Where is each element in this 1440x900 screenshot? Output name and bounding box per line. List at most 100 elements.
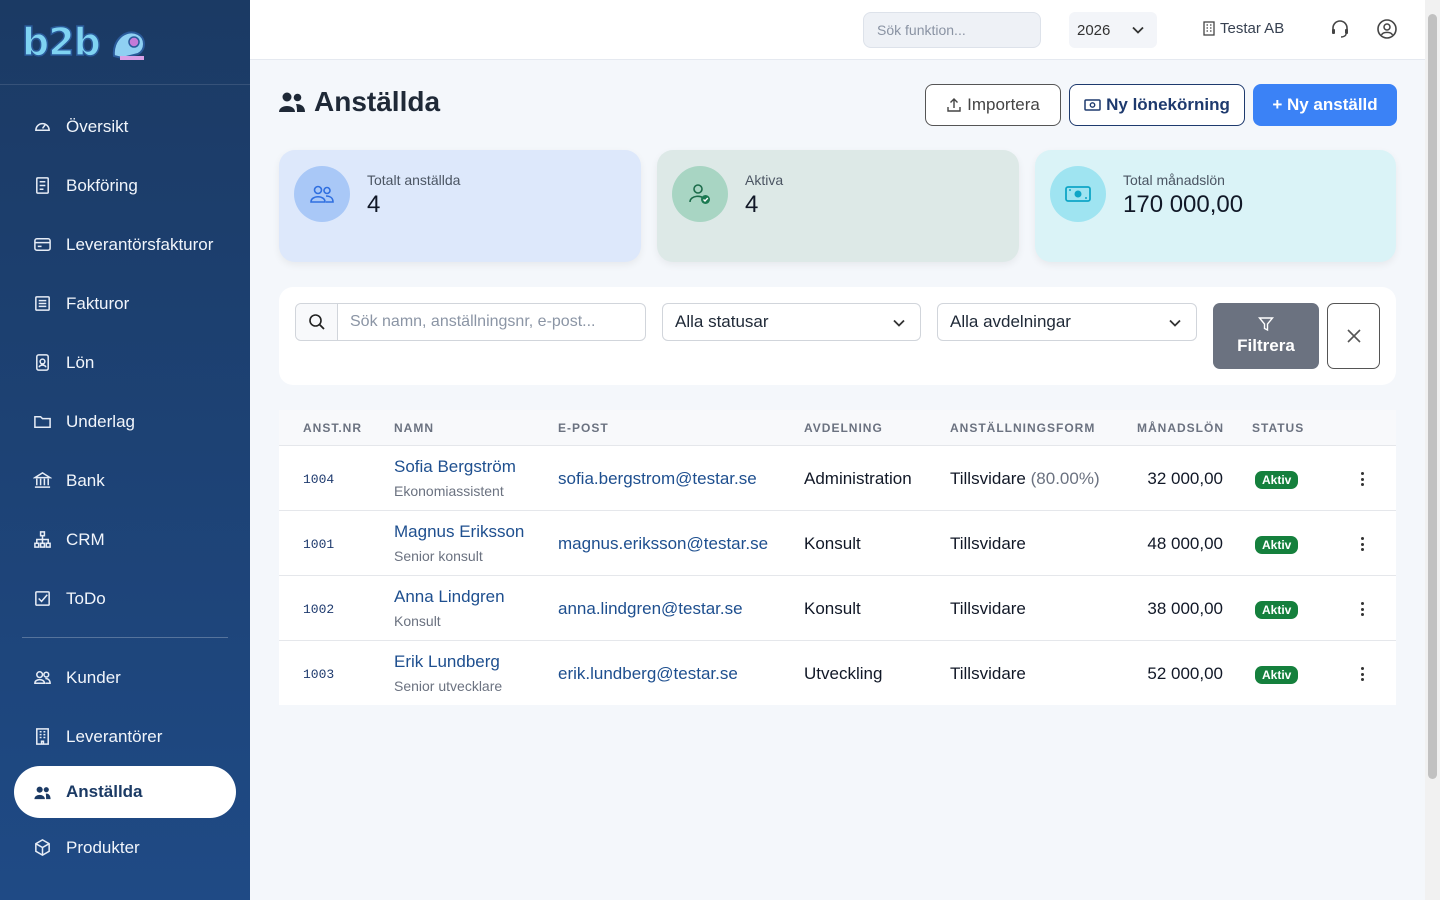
employee-name-link[interactable]: Erik Lundberg (394, 652, 500, 672)
chevron-down-icon (1132, 26, 1144, 34)
people-icon (32, 668, 52, 688)
employee-name-link[interactable]: Anna Lindgren (394, 587, 505, 607)
employee-name-link[interactable]: Sofia Bergström (394, 457, 516, 477)
status-badge: Aktiv (1255, 536, 1299, 554)
employee-title: Senior utvecklare (394, 678, 503, 694)
import-button[interactable]: Importera (925, 84, 1061, 126)
monthly-salary: 38 000,00 (1147, 599, 1223, 618)
column-header-employment-form[interactable]: ANSTÄLLNINGSFORM (950, 421, 1095, 435)
stat-label: Totalt anställda (367, 172, 461, 188)
building-icon (32, 727, 52, 747)
employee-name-link[interactable]: Magnus Eriksson (394, 522, 524, 542)
filter-card: Sök namn, anställningsnr, e-post... Alla… (279, 287, 1396, 385)
badge-icon (32, 353, 52, 373)
folder-icon (32, 412, 52, 432)
sidebar-item-crm[interactable]: CRM (0, 510, 250, 569)
employment-form: Tillsvidare (950, 664, 1026, 683)
search-icon (296, 304, 338, 340)
table-header: ANST.NR NAMN E-POST AVDELNING ANSTÄLLNIN… (279, 410, 1396, 446)
employee-department: Konsult (804, 599, 861, 618)
sidebar-item-fakturor[interactable]: Fakturor (0, 274, 250, 333)
sidebar-item-anstallda[interactable]: Anställda (14, 766, 236, 818)
table-row[interactable]: 1002 Anna Lindgren Konsult anna.lindgren… (279, 576, 1396, 641)
people-fill-icon (279, 92, 305, 112)
sidebar-item-kunder[interactable]: Kunder (0, 648, 250, 707)
journal-icon (32, 176, 52, 196)
status-select[interactable]: Alla statusar (662, 303, 921, 341)
sidebar-item-label: Leverantörer (66, 726, 163, 746)
sidebar-item-oversikt[interactable]: Översikt (0, 97, 250, 156)
employee-email-link[interactable]: magnus.eriksson@testar.se (558, 534, 768, 554)
new-employee-button[interactable]: + Ny anställd (1253, 84, 1397, 126)
year-select[interactable]: 2026 (1069, 12, 1157, 48)
sidebar-item-bank[interactable]: Bank (0, 451, 250, 510)
page-title-text: Anställda (314, 86, 441, 117)
stat-label: Aktiva (745, 172, 784, 188)
topbar: Sök funktion... 2026 Testar AB (250, 0, 1425, 60)
status-badge: Aktiv (1255, 666, 1299, 684)
table-row[interactable]: 1004 Sofia Bergström Ekonomiassistent so… (279, 446, 1396, 511)
sidebar-item-label: Lön (66, 352, 95, 372)
employment-percentage: (80.00%) (1030, 469, 1100, 488)
chameleon-logo-icon (112, 31, 145, 60)
employee-email-link[interactable]: erik.lundberg@testar.se (558, 664, 738, 684)
employee-department: Administration (804, 469, 912, 488)
employee-number: 1002 (303, 602, 335, 617)
sidebar-nav: Översikt Bokföring Leverantörsfakturor F… (0, 85, 250, 877)
sidebar-item-bokforing[interactable]: Bokföring (0, 156, 250, 215)
sidebar-item-label: Översikt (66, 116, 129, 136)
sidebar-item-underlag[interactable]: Underlag (0, 392, 250, 451)
employee-email-link[interactable]: anna.lindgren@testar.se (558, 599, 743, 619)
people-fill-icon (32, 782, 52, 802)
building-icon (1203, 21, 1215, 36)
headset-icon[interactable] (1329, 18, 1351, 40)
employee-email-link[interactable]: sofia.bergstrom@testar.se (558, 469, 757, 489)
employment-form: Tillsvidare (80.00%) (950, 469, 1100, 488)
speedometer-icon (32, 117, 52, 137)
monthly-salary: 32 000,00 (1147, 469, 1223, 488)
company-switcher[interactable]: Testar AB (1203, 20, 1284, 37)
function-search-input[interactable]: Sök funktion... (863, 12, 1041, 48)
column-header-name[interactable]: NAMN (394, 421, 434, 435)
scrollbar-thumb[interactable] (1428, 14, 1437, 779)
employment-form: Tillsvidare (950, 599, 1026, 618)
page-title: Anställda (278, 86, 440, 118)
employee-search[interactable]: Sök namn, anställningsnr, e-post... (295, 303, 646, 341)
user-circle-icon[interactable] (1376, 18, 1398, 40)
more-vertical-icon[interactable] (1358, 665, 1366, 683)
employment-form: Tillsvidare (950, 534, 1026, 553)
column-header-email[interactable]: E-POST (558, 421, 609, 435)
department-select[interactable]: Alla avdelningar (937, 303, 1197, 341)
sidebar-item-todo[interactable]: ToDo (0, 569, 250, 628)
employee-department: Utveckling (804, 664, 883, 683)
column-header-status[interactable]: STATUS (1252, 421, 1304, 435)
sidebar-item-label: Fakturor (66, 293, 130, 313)
employee-title: Ekonomiassistent (394, 483, 504, 499)
chevron-down-icon (1169, 319, 1181, 327)
new-payroll-button[interactable]: Ny lönekörning (1069, 84, 1245, 126)
filter-button[interactable]: Filtrera (1213, 303, 1319, 369)
stat-value: 170 000,00 (1123, 191, 1244, 218)
upload-icon (947, 98, 961, 112)
column-header-department[interactable]: AVDELNING (804, 421, 883, 435)
sidebar-item-leverantorsfakturor[interactable]: Leverantörsfakturor (0, 215, 250, 274)
monthly-salary: 52 000,00 (1147, 664, 1223, 683)
close-icon (1346, 329, 1361, 343)
logo[interactable]: b2b (0, 0, 250, 85)
sidebar-item-leverantorer[interactable]: Leverantörer (0, 707, 250, 766)
sidebar-item-produkter[interactable]: Produkter (0, 818, 250, 877)
sidebar-item-label: Anställda (66, 782, 143, 801)
sidebar: b2b Översikt Bokföring Leverantörsfaktur… (0, 0, 250, 900)
clear-filter-button[interactable] (1327, 303, 1380, 369)
search-input[interactable]: Sök namn, anställningsnr, e-post... (338, 304, 595, 340)
table-row[interactable]: 1001 Magnus Eriksson Senior konsult magn… (279, 511, 1396, 576)
sidebar-item-lon[interactable]: Lön (0, 333, 250, 392)
more-vertical-icon[interactable] (1358, 600, 1366, 618)
more-vertical-icon[interactable] (1358, 470, 1366, 488)
table-row[interactable]: 1003 Erik Lundberg Senior utvecklare eri… (279, 641, 1396, 706)
more-vertical-icon[interactable] (1358, 535, 1366, 553)
column-header-nr[interactable]: ANST.NR (303, 421, 362, 435)
year-value: 2026 (1077, 21, 1111, 39)
stat-label: Total månadslön (1123, 172, 1225, 188)
column-header-salary[interactable]: MÅNADSLÖN (1137, 421, 1224, 435)
